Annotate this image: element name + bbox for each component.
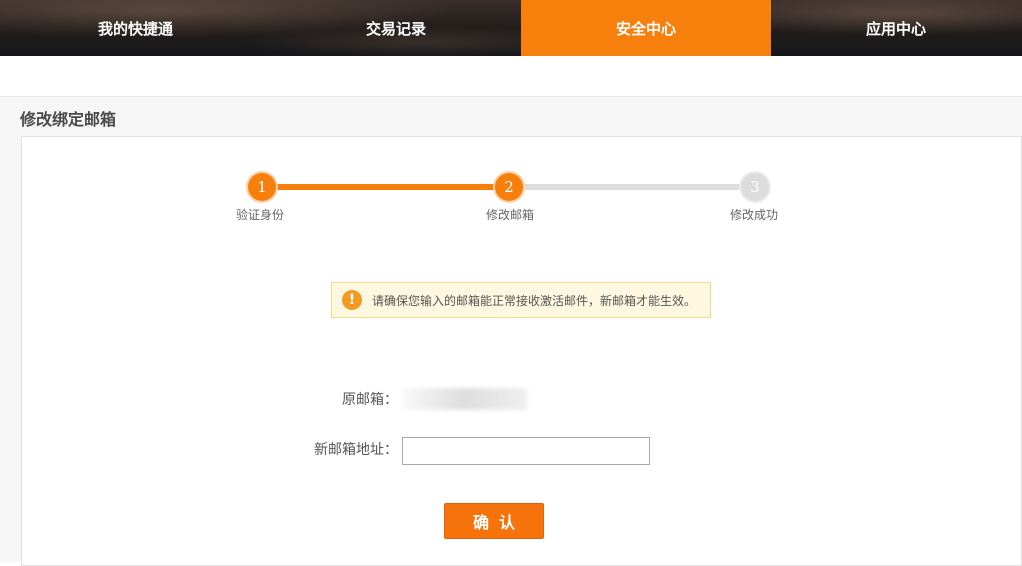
- step-3-label: 修改成功: [729, 208, 778, 222]
- notice-box: ! 请确保您输入的邮箱能正常接收激活邮件，新邮箱才能生效。: [331, 282, 711, 318]
- notice-text: 请确保您输入的邮箱能正常接收激活邮件，新邮箱才能生效。: [372, 293, 697, 308]
- step-3-circle: 3: [741, 173, 769, 201]
- progress-bar-completed: [262, 184, 510, 190]
- new-email-label: 新邮箱地址：: [314, 442, 398, 458]
- step-1-circle: 1: [248, 173, 276, 201]
- step-2-label: 修改邮箱: [485, 208, 534, 222]
- old-email-label: 原邮箱：: [342, 392, 398, 408]
- step-1-label: 验证身份: [235, 208, 284, 222]
- confirm-button[interactable]: 确认: [444, 503, 544, 539]
- step-2-circle: 2: [495, 173, 523, 201]
- old-email-value: [403, 388, 527, 410]
- new-email-input[interactable]: [402, 437, 650, 465]
- step-progress: 1 2 3 验证身份 修改邮箱 修改成功: [0, 0, 1022, 240]
- progress-bar-remaining: [510, 184, 756, 190]
- exclamation-icon: !: [342, 290, 362, 310]
